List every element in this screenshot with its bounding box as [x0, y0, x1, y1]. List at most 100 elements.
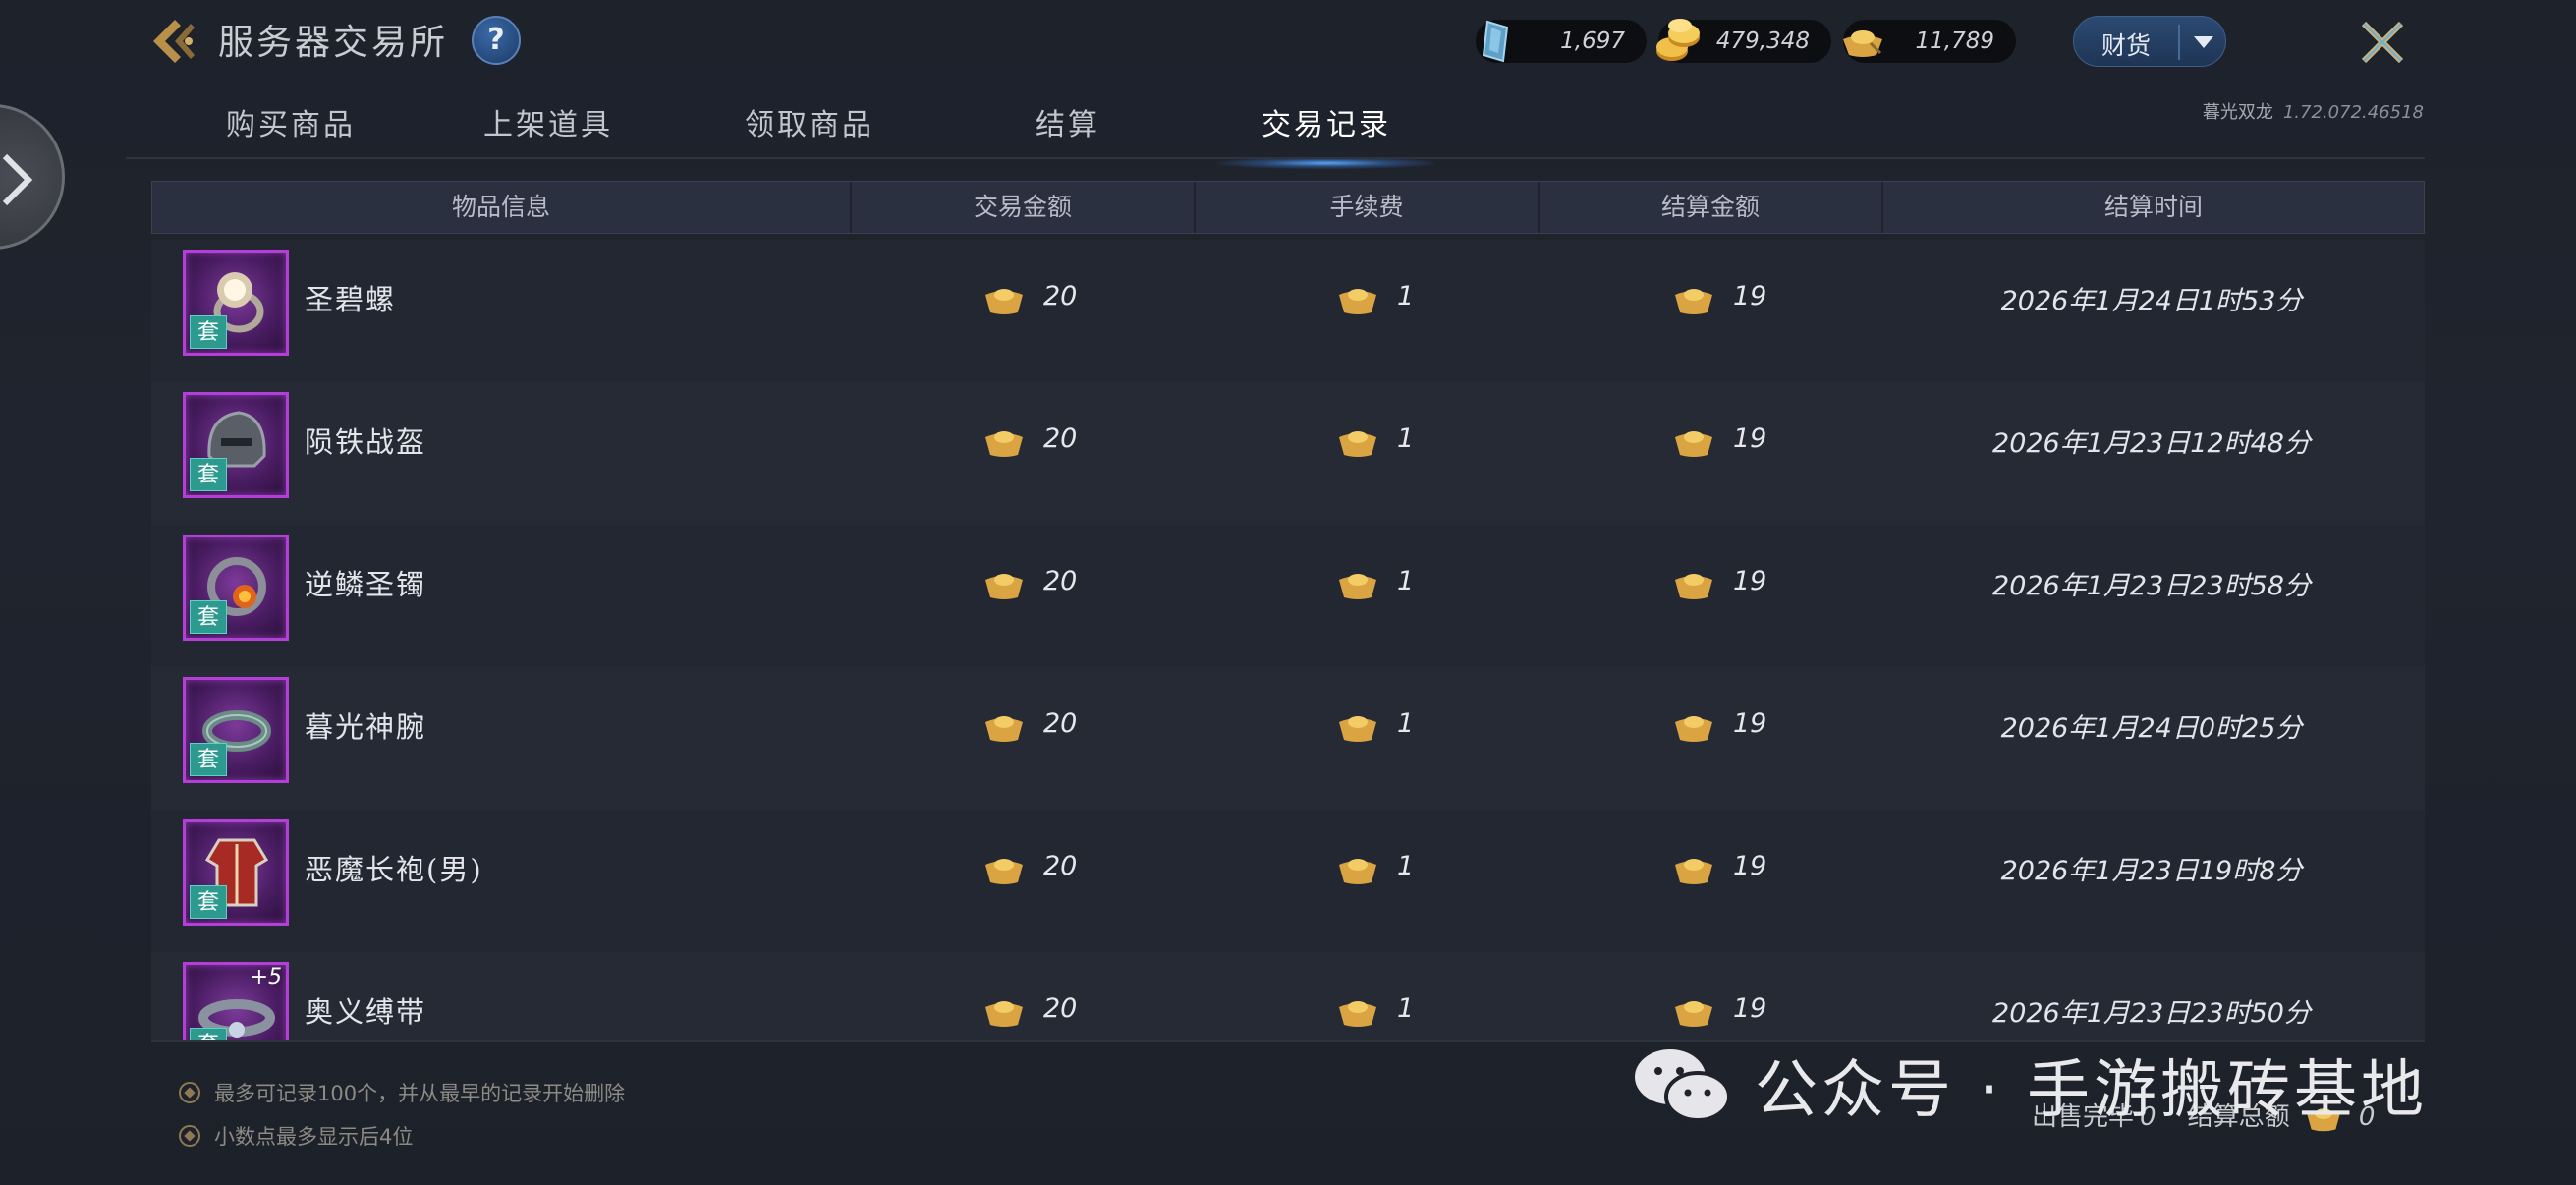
settle-value: 19 — [1733, 423, 1767, 454]
back-arrow-icon — [153, 20, 195, 63]
amount-value: 20 — [1043, 993, 1078, 1024]
column-header: 手续费 — [1196, 182, 1540, 233]
settle-value: 19 — [1733, 993, 1767, 1024]
currency-gold: 479,348 — [1656, 19, 1831, 63]
settle-time: 2026年1月24日1时53分 — [2000, 286, 2303, 316]
back-button[interactable] — [145, 14, 204, 69]
gold-ingot-icon — [985, 716, 1023, 742]
currency-value: 1,697 — [1560, 28, 1625, 54]
settle-value: 19 — [1733, 566, 1767, 596]
gold-ingot-icon — [1339, 289, 1376, 314]
server-info: 暮光双龙 1.72.072.46518 — [2203, 98, 2424, 124]
note-text: 小数点最多显示后4位 — [214, 1125, 414, 1149]
blue-crystal-icon — [1482, 20, 1509, 63]
bullet-icon — [179, 1082, 200, 1103]
watermark-text: 公众号 · 手游搬砖基地 — [1755, 1054, 2429, 1127]
gold-ingot-icon — [985, 289, 1023, 314]
close-button[interactable] — [2354, 14, 2411, 71]
item-slot[interactable]: 套 — [183, 535, 289, 641]
page-title: 服务器交易所 — [218, 23, 449, 63]
filter-label: 财货 — [2101, 31, 2152, 60]
item-slot[interactable]: 套 — [183, 392, 289, 498]
set-badge: 套 — [190, 743, 227, 776]
item-slot[interactable]: 套 — [183, 819, 289, 926]
tab-settle[interactable]: 结算 — [1022, 100, 1114, 163]
column-header: 物品信息 — [152, 182, 852, 233]
help-button[interactable]: ? — [472, 16, 521, 65]
currency-value: 479,348 — [1715, 28, 1810, 54]
server-name: 暮光双龙 — [2202, 102, 2273, 123]
fee-value: 1 — [1397, 566, 1415, 596]
set-badge: 套 — [190, 600, 227, 634]
column-header: 结算金额 — [1540, 182, 1883, 233]
fee-value: 1 — [1397, 423, 1415, 454]
settle-time: 2026年1月23日23时50分 — [1992, 998, 2311, 1029]
item-name: 逆鳞圣镯 — [305, 568, 427, 601]
settle-value: 19 — [1733, 281, 1767, 311]
settle-time: 2026年1月23日12时48分 — [1992, 428, 2311, 459]
settle-time: 2026年1月24日0时25分 — [2000, 713, 2303, 744]
trade-history-table: 物品信息 交易金额 手续费 结算金额 结算时间 套 圣碧螺 20 1 19 20… — [151, 181, 2425, 1042]
gold-ingot-icon — [985, 1001, 1023, 1027]
gold-ingot-icon — [1339, 574, 1376, 599]
table-row[interactable]: 套 陨铁战盔 20 1 19 2026年1月23日12时48分 — [151, 382, 2425, 525]
column-header: 结算时间 — [2103, 193, 2203, 221]
note-decimal: 小数点最多显示后4位 — [179, 1121, 413, 1151]
settle-time: 2026年1月23日19时8分 — [2000, 856, 2303, 886]
gold-ingot-icon — [985, 431, 1023, 457]
note-record-limit: 最多可记录100个，并从最早的记录开始删除 — [179, 1078, 625, 1107]
tab-divider — [126, 157, 2425, 159]
gold-ingot-icon — [1339, 1001, 1376, 1027]
amount-value: 20 — [1043, 566, 1078, 596]
gold-ingot-icon — [1675, 859, 1712, 884]
wechat-icon — [1635, 1049, 1731, 1122]
tab-buy[interactable]: 购买商品 — [222, 100, 360, 163]
amount-value: 20 — [1043, 281, 1078, 311]
gold-ingot-icon — [985, 574, 1023, 599]
set-badge: 套 — [190, 885, 227, 919]
tab-trade-history[interactable]: 交易记录 — [1218, 100, 1434, 169]
gold-ingot-icon — [1675, 289, 1712, 314]
currency-ingot: 11,789 — [1843, 20, 2016, 63]
table-row[interactable]: 套 暮光神腕 20 1 19 2026年1月24日0时25分 — [151, 667, 2425, 810]
settle-value: 19 — [1733, 851, 1767, 881]
gold-ingot-icon — [985, 859, 1023, 884]
item-name: 暮光神腕 — [305, 710, 427, 744]
chevron-down-icon — [2194, 36, 2213, 48]
gold-ingot-icon — [1843, 30, 1882, 57]
gold-ingot-icon — [1675, 431, 1712, 457]
bullet-icon — [179, 1125, 200, 1147]
item-name: 恶魔长袍(男) — [305, 853, 483, 886]
amount-value: 20 — [1043, 423, 1078, 454]
gold-ingot-icon — [1339, 716, 1376, 742]
currency-filter-dropdown[interactable]: 财货 — [2073, 16, 2226, 67]
item-slot[interactable]: 套 — [183, 250, 289, 356]
table-header: 物品信息 交易金额 手续费 结算金额 结算时间 — [151, 181, 2425, 234]
enhance-level: +5 — [250, 965, 282, 989]
table-row[interactable]: +5 套 奥义缚带 20 1 19 2026年1月23日23时50分 — [151, 952, 2425, 1042]
item-name: 圣碧螺 — [305, 283, 397, 316]
tab-claim[interactable]: 领取商品 — [741, 100, 878, 163]
filter-divider — [2178, 25, 2180, 60]
tab-list-item[interactable]: 上架道具 — [479, 100, 617, 163]
gold-ingot-icon — [1675, 1001, 1712, 1027]
gold-ingot-icon — [1339, 859, 1376, 884]
item-name: 陨铁战盔 — [305, 425, 427, 459]
table-row[interactable]: 套 逆鳞圣镯 20 1 19 2026年1月23日23时58分 — [151, 525, 2425, 667]
item-name: 奥义缚带 — [305, 995, 427, 1029]
fee-value: 1 — [1397, 851, 1415, 881]
note-text: 最多可记录100个，并从最早的记录开始删除 — [214, 1082, 626, 1105]
fee-value: 1 — [1397, 993, 1415, 1024]
amount-value: 20 — [1043, 851, 1078, 881]
table-row[interactable]: 套 恶魔长袍(男) 20 1 19 2026年1月23日19时8分 — [151, 810, 2425, 952]
set-badge: 套 — [190, 458, 227, 491]
table-body[interactable]: 套 圣碧螺 20 1 19 2026年1月24日1时53分 套 陨铁战盔 20 … — [151, 240, 2425, 1042]
item-slot[interactable]: +5 套 — [183, 962, 289, 1042]
tab-bar: 购买商品 上架道具 领取商品 结算 交易记录 — [0, 90, 2576, 169]
amount-value: 20 — [1043, 708, 1078, 739]
item-slot[interactable]: 套 — [183, 677, 289, 783]
fee-value: 1 — [1397, 281, 1415, 311]
client-version: 1.72.072.46518 — [2282, 102, 2424, 123]
set-badge: 套 — [190, 315, 227, 349]
table-row[interactable]: 套 圣碧螺 20 1 19 2026年1月24日1时53分 — [151, 240, 2425, 382]
